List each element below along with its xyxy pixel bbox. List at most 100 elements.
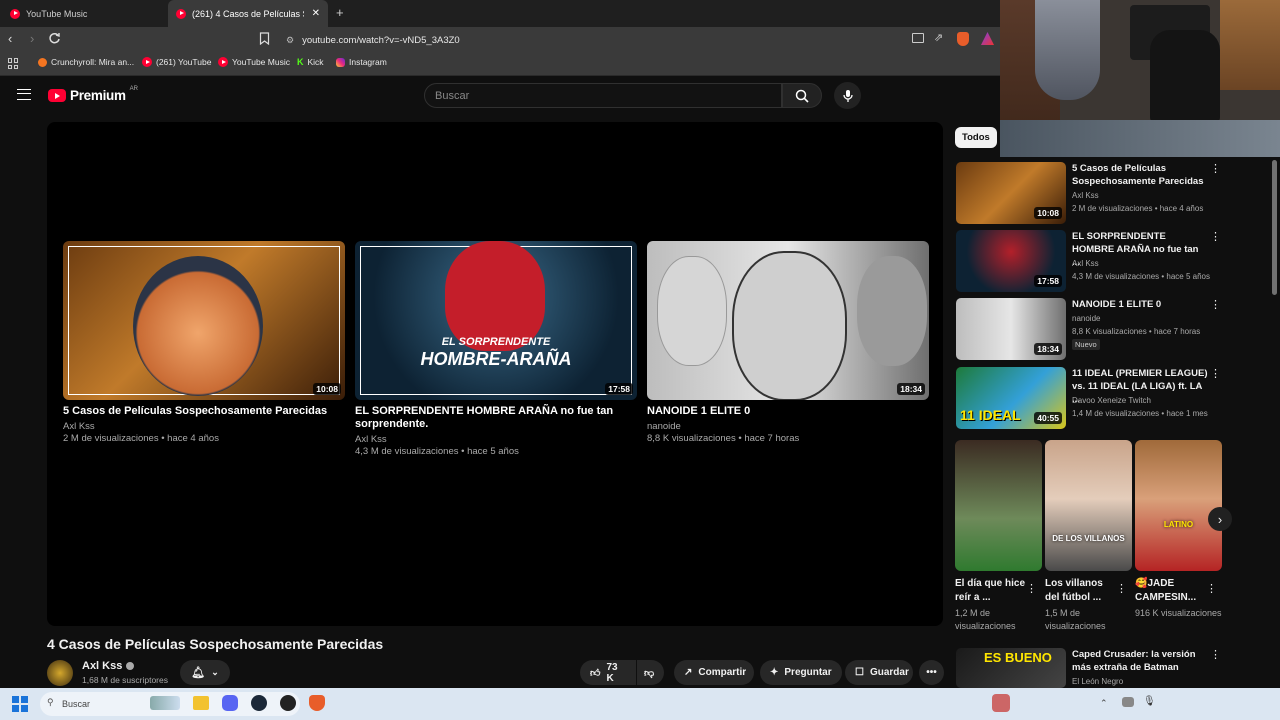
bookmark-instagram[interactable]: Instagram [336,57,387,67]
more-actions-button[interactable]: ••• [919,660,944,685]
new-badge: Nuevo [1072,339,1100,350]
bell-icon: 🔔︎ [191,667,206,679]
site-info-icon[interactable]: ⚙ [286,35,294,46]
endscreen-thumbnail: EL SORPRENDENTE HOMBRE-ARAÑA 17:58 [355,241,637,400]
endscreen-channel: nanoide [647,421,681,432]
address-bar[interactable]: ⚙ youtube.com/watch?v=-vND5_3A3Z0 [280,30,910,50]
more-options-icon[interactable]: ⋮ [1210,648,1221,661]
short-item[interactable]: El día que hice reír a ... 1,2 M de visu… [955,440,1042,633]
endscreen-meta: 2 M de visualizaciones • hace 4 años [63,433,219,444]
bookmark-kick[interactable]: K Kick [297,57,324,67]
url-text: youtube.com/watch?v=-vND5_3A3Z0 [302,34,460,46]
voice-search-button[interactable] [834,82,861,109]
new-tab-icon[interactable]: + [336,5,344,20]
more-options-icon[interactable]: ⋮ [1210,230,1221,243]
more-options-icon[interactable]: ⋮ [1210,162,1221,175]
endscreen-thumbnail: 18:34 [647,241,929,400]
brave-browser-icon[interactable] [309,695,325,711]
ask-button[interactable]: ✦ Preguntar [760,660,842,685]
kick-icon: K [297,57,304,67]
more-options-icon[interactable]: ⋮ [1026,582,1037,595]
obs-icon[interactable] [280,695,296,711]
recommendation-thumbnail: 17:58 [956,230,1066,292]
brave-rewards-icon[interactable] [981,32,994,45]
chevron-right-icon: › [1217,511,1223,527]
windows-start-icon[interactable] [12,696,28,712]
recommendation-thumbnail: ES BUENO [956,648,1066,688]
sidebar-scrollbar[interactable] [1272,160,1277,295]
more-icon: ••• [926,667,937,678]
endscreen-channel: Axl Kss [63,421,95,432]
weather-icon[interactable] [992,694,1010,712]
microphone-icon [842,89,853,102]
microphone-tray-icon[interactable]: 🎙︎ [1143,696,1156,707]
more-options-icon[interactable]: ⋮ [1210,367,1221,380]
forward-icon[interactable]: › [30,31,34,46]
filter-chip-all[interactable]: Todos [955,127,997,148]
endscreen-video-3[interactable]: 18:34 NANOIDE 1 ELITE 0 nanoide 8,8 K vi… [647,241,929,445]
file-explorer-icon[interactable] [193,696,209,710]
endscreen-title[interactable]: EL SORPRENDENTE HOMBRE ARAÑA no fue tan … [355,405,637,431]
endscreen-title[interactable]: NANOIDE 1 ELITE 0 [647,405,929,418]
share-button[interactable]: ↗ Compartir [674,660,754,685]
video-title: 4 Casos de Películas Sospechosamente Par… [47,636,384,652]
bookmark-crunchyroll[interactable]: Crunchyroll: Mira an... [38,57,134,67]
thumbs-down-icon: 👎︎ [644,667,655,679]
save-button[interactable]: ☐ Guardar [845,660,913,685]
brave-shield-icon[interactable] [957,32,969,46]
search-button[interactable] [782,83,822,108]
search-input[interactable]: Buscar [424,83,782,108]
onedrive-icon[interactable] [1122,697,1134,707]
recommendation-item[interactable]: 17:58 EL SORPRENDENTE HOMBRE ARAÑA no fu… [956,230,1226,292]
recommendation-item[interactable]: 11 IDEAL 40:55 11 IDEAL (PREMIER LEAGUE)… [956,367,1226,429]
endscreen-meta: 8,8 K visualizaciones • hace 7 horas [647,433,800,444]
share-page-icon[interactable]: ⇗ [934,31,943,44]
short-item[interactable]: DE LOS VILLANOS Los villanos del fútbol … [1045,440,1132,633]
youtube-premium-logo[interactable]: Premium AR [48,86,138,103]
endscreen-title[interactable]: 5 Casos de Películas Sospechosamente Par… [63,405,345,418]
chevron-down-icon: ⌄ [211,667,219,677]
endscreen-video-1[interactable]: 10:08 5 Casos de Películas Sospechosamen… [63,241,345,445]
search-icon: ⚲ [47,697,54,707]
reload-icon[interactable] [48,32,61,45]
more-options-icon[interactable]: ⋮ [1210,298,1221,311]
recommendation-item[interactable]: 18:34 NANOIDE 1 ELITE 0 nanoide 8,8 K vi… [956,298,1226,360]
share-icon: ↗ [684,667,693,678]
verified-icon [126,662,135,670]
notifications-button[interactable]: 🔔︎ ⌄ [180,660,230,685]
recommendation-thumbnail: 18:34 [956,298,1066,360]
youtube-music-icon [218,57,228,67]
tab-current-video[interactable]: (261) 4 Casos de Películas Sospe ✕ [168,0,328,27]
bookmark-page-icon[interactable] [259,32,270,46]
youtube-favicon-icon [176,8,186,19]
recommendation-thumbnail: 10:08 [956,162,1066,224]
youtube-music-favicon-icon [10,8,20,19]
tab-youtube-music[interactable]: YouTube Music [2,0,166,27]
like-button[interactable]: 👍︎ 73 K [580,660,636,685]
cast-icon[interactable] [912,33,924,43]
youtube-header: Premium AR Buscar [0,76,1000,116]
steam-icon[interactable] [251,695,267,711]
more-options-icon[interactable]: ⋮ [1206,582,1217,595]
taskbar-widget-icon[interactable] [150,696,180,710]
apps-grid-icon[interactable] [8,58,19,69]
bookmark-youtube-music[interactable]: YouTube Music [218,57,290,67]
dislike-button[interactable]: 👎︎ [637,660,664,685]
short-thumbnail [955,440,1042,571]
back-icon[interactable]: ‹ [8,31,12,46]
channel-avatar[interactable] [47,660,73,686]
sparkle-icon: ✦ [770,667,779,678]
more-options-icon[interactable]: ⋮ [1116,582,1127,595]
bookmark-youtube[interactable]: (261) YouTube [142,57,211,67]
menu-icon[interactable] [17,89,31,100]
channel-name[interactable]: Axl Kss [82,660,135,672]
recommendation-thumbnail: 11 IDEAL 40:55 [956,367,1066,429]
close-tab-icon[interactable]: ✕ [312,8,320,19]
endscreen-meta: 4,3 M de visualizaciones • hace 5 años [355,446,519,457]
discord-icon[interactable] [222,695,238,711]
tray-chevron-icon[interactable]: ⌃ [1100,698,1108,709]
save-icon: ☐ [855,667,864,678]
recommendation-item[interactable]: 10:08 5 Casos de Películas Sospechosamen… [956,162,1226,224]
shorts-next-button[interactable]: › [1208,507,1232,531]
endscreen-video-2[interactable]: EL SORPRENDENTE HOMBRE-ARAÑA 17:58 EL SO… [355,241,637,458]
